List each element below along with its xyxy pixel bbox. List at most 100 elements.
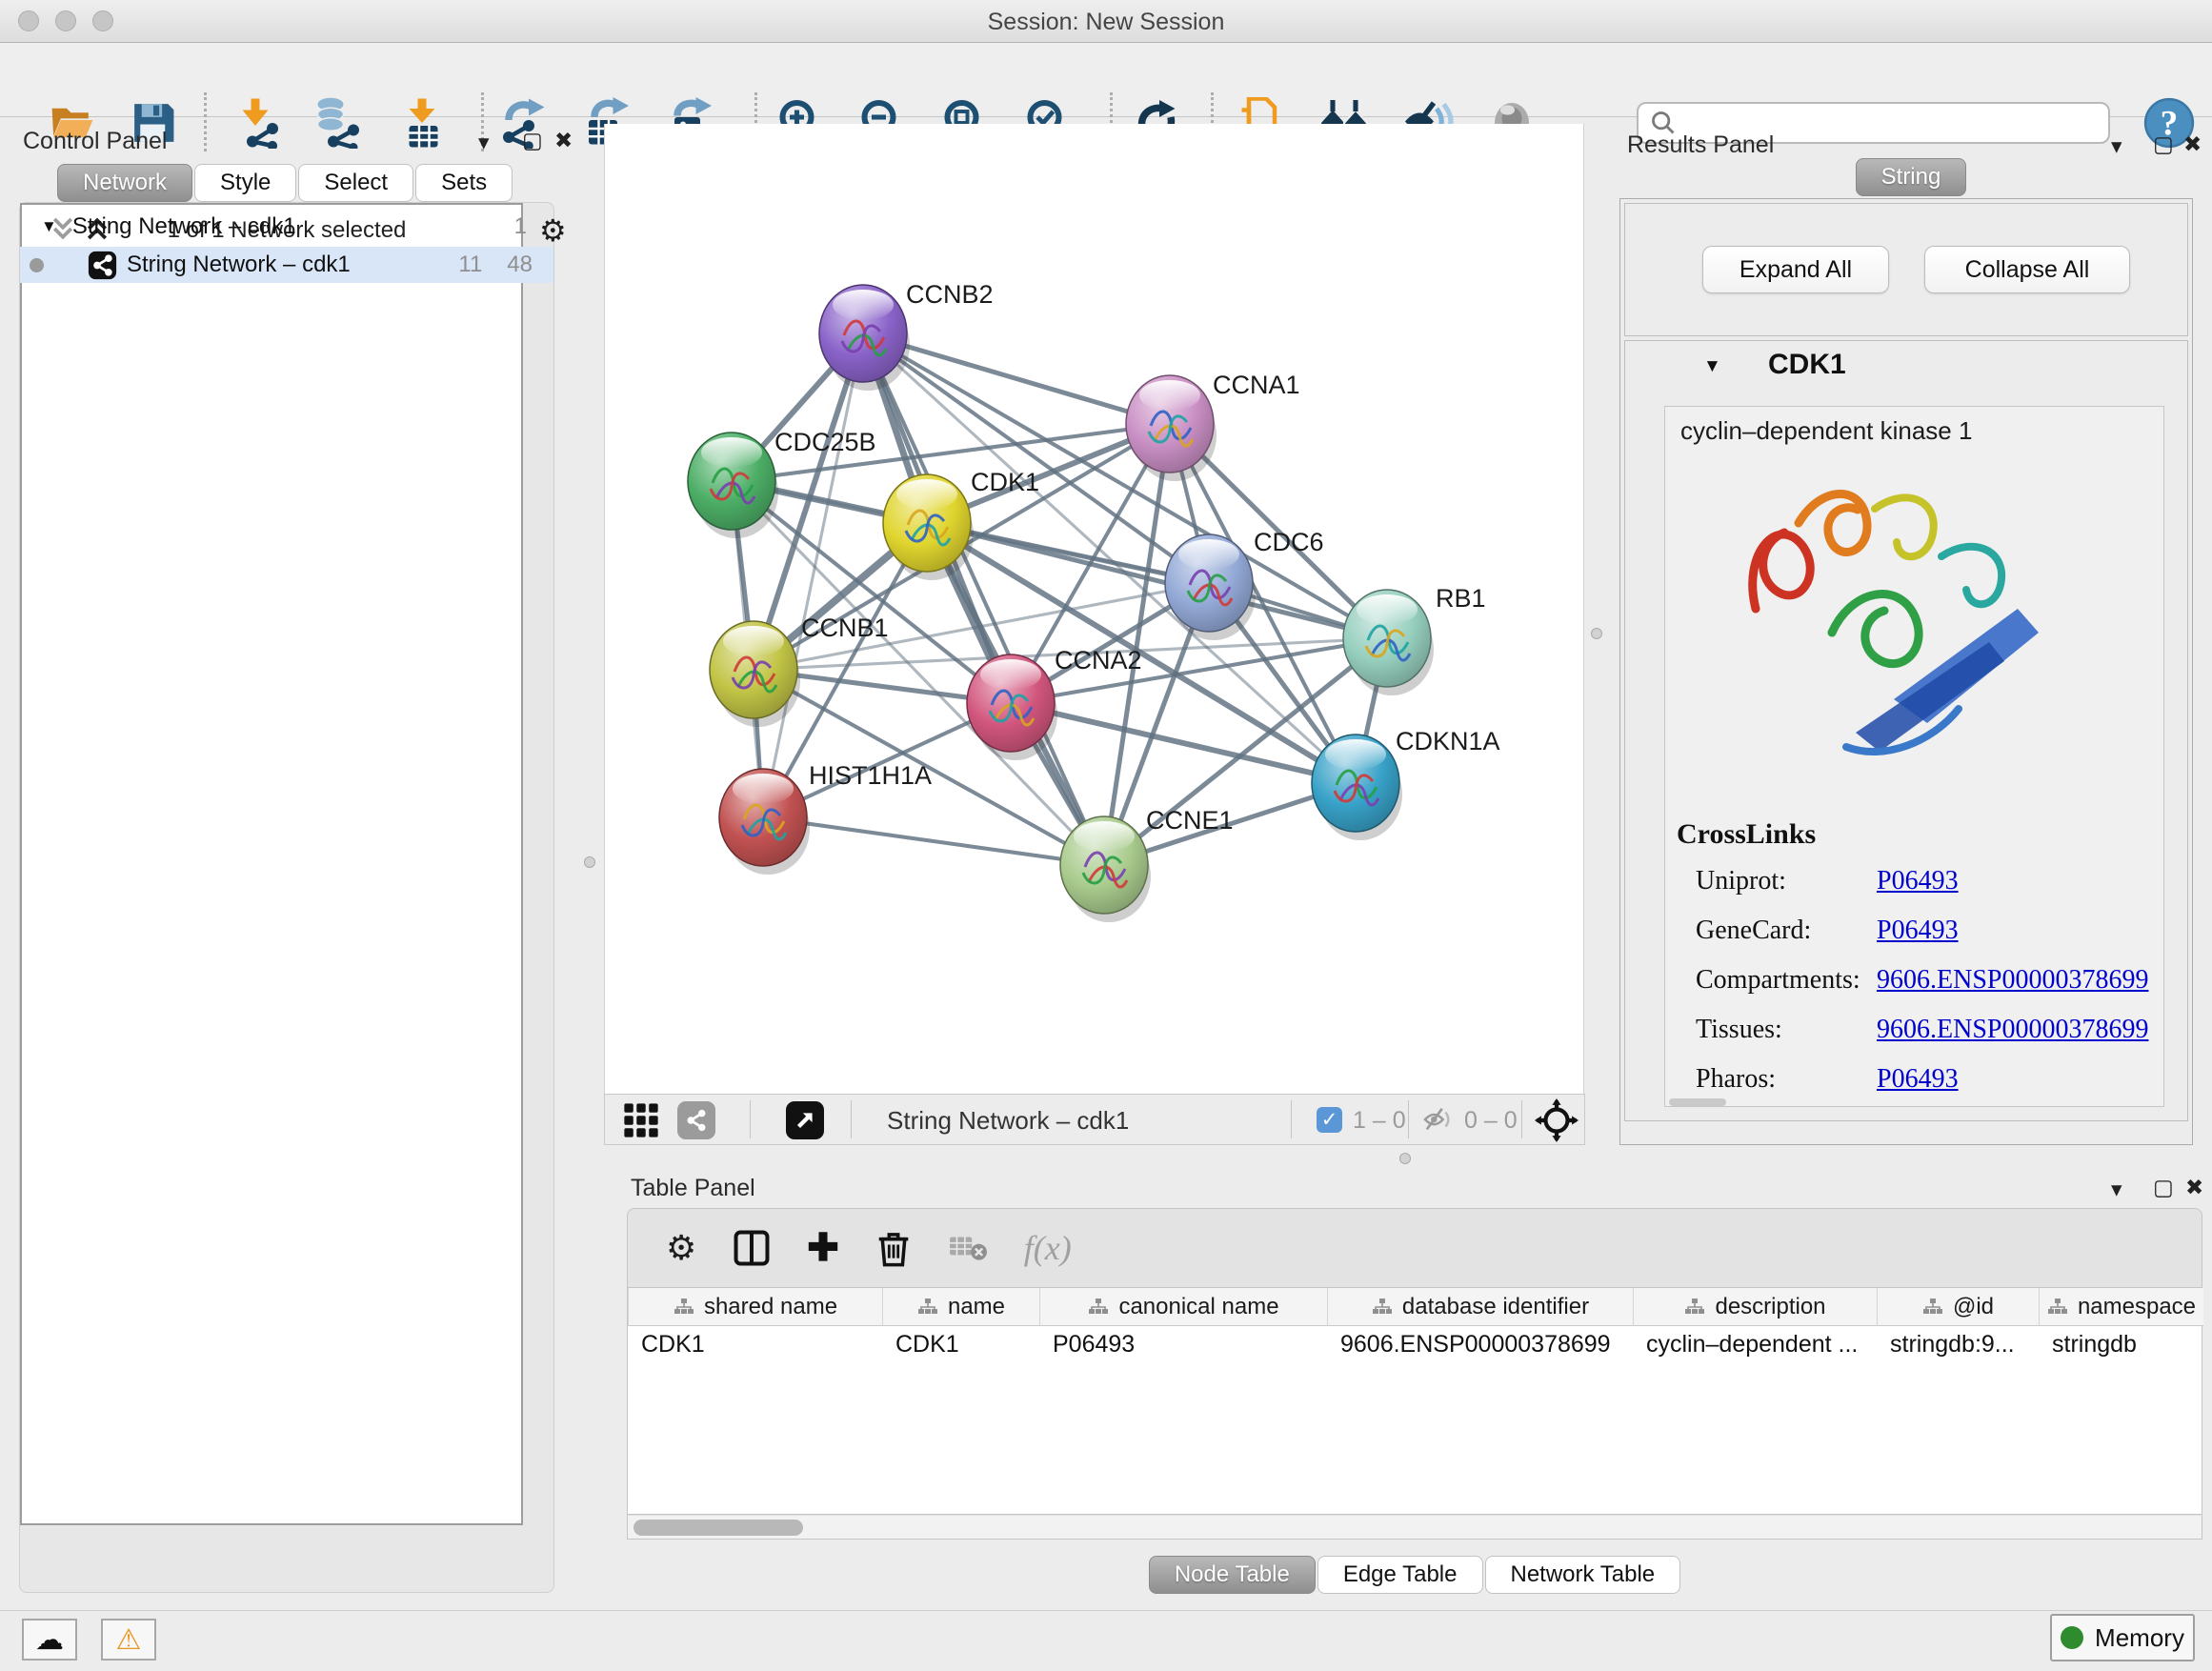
- crosslink-label: Uniprot:: [1696, 866, 1786, 896]
- network-graph[interactable]: CCNB2CCNA1CDC25BCDK1CDC6RB1CCNB1CCNA2CDK…: [605, 124, 1585, 1094]
- column-header-canonical-name[interactable]: canonical name: [1039, 1288, 1327, 1326]
- tab-network-table[interactable]: Network Table: [1485, 1556, 1681, 1594]
- selected-checkbox-icon[interactable]: ✓: [1317, 1107, 1342, 1133]
- control-panel-title: Control Panel: [23, 128, 167, 155]
- table-cell[interactable]: P06493: [1039, 1326, 1327, 1362]
- crosslink-link[interactable]: 9606.ENSP00000378699: [1877, 965, 2148, 996]
- expand-collapse-box: Expand All Collapse All: [1624, 203, 2188, 336]
- panel-menu-icon[interactable]: ▾: [478, 130, 490, 155]
- network-node-CDK1[interactable]: CDK1: [883, 468, 1039, 580]
- crosslink-link[interactable]: 9606.ENSP00000378699: [1877, 1015, 2148, 1045]
- fit-selected-crosshair-icon[interactable]: [1535, 1098, 1579, 1142]
- column-header-shared-name[interactable]: shared name: [628, 1288, 882, 1326]
- left-splitter-handle[interactable]: [584, 856, 595, 868]
- table-hscrollbar[interactable]: [627, 1515, 2202, 1540]
- add-column-icon[interactable]: ✚: [807, 1226, 839, 1270]
- tab-network[interactable]: Network: [57, 164, 192, 202]
- panel-close-icon[interactable]: ✖: [554, 128, 573, 153]
- crosslinks-title: CrossLinks: [1677, 818, 1816, 851]
- node-label: CDC25B: [774, 428, 876, 456]
- network-view-canvas[interactable]: CCNB2CCNA1CDC25BCDK1CDC6RB1CCNB1CCNA2CDK…: [604, 124, 1584, 1094]
- collection-label: String Network – cdk1: [72, 213, 296, 240]
- table-hscroll-thumb[interactable]: [633, 1520, 803, 1536]
- status-bar: ☁ ⚠ Memory: [0, 1610, 2212, 1671]
- network-node-CCNE1[interactable]: CCNE1: [1060, 806, 1234, 922]
- network-node-count: 11: [458, 252, 482, 278]
- panel-float-icon[interactable]: ▢: [2153, 1175, 2174, 1200]
- crosslink-label: Tissues:: [1696, 1015, 1782, 1045]
- delete-column-trash-icon[interactable]: [875, 1229, 912, 1267]
- tab-edge-table[interactable]: Edge Table: [1317, 1556, 1483, 1594]
- tab-select[interactable]: Select: [298, 164, 413, 202]
- string-view-badge-icon[interactable]: [677, 1101, 715, 1139]
- network-node-CDC6[interactable]: CDC6: [1165, 528, 1324, 640]
- panel-float-icon[interactable]: ▢: [522, 128, 543, 153]
- network-node-RB1[interactable]: RB1: [1343, 584, 1486, 695]
- cloud-status-button[interactable]: ☁: [22, 1619, 77, 1661]
- cloud-icon: ☁: [35, 1623, 64, 1657]
- node-label: CDC6: [1254, 528, 1324, 556]
- tab-sets[interactable]: Sets: [415, 164, 513, 202]
- table-gear-icon[interactable]: ⚙: [666, 1228, 696, 1268]
- node-label: HIST1H1A: [809, 761, 932, 790]
- node-label: CCNA1: [1213, 371, 1300, 399]
- open-in-browser-icon[interactable]: [786, 1101, 824, 1139]
- panel-menu-icon[interactable]: ▾: [2111, 133, 2122, 159]
- crosslink-link[interactable]: P06493: [1877, 866, 1959, 896]
- collection-expander-icon[interactable]: ▼: [41, 217, 57, 236]
- network-node-HIST1H1A[interactable]: HIST1H1A: [719, 761, 932, 875]
- crosslink-link[interactable]: P06493: [1877, 916, 1959, 946]
- show-columns-icon[interactable]: [733, 1229, 771, 1267]
- node-label: CCNE1: [1146, 806, 1234, 835]
- column-header-database-identifier[interactable]: database identifier: [1327, 1288, 1633, 1326]
- toolbar-separator: [750, 1100, 751, 1138]
- network-row[interactable]: String Network – cdk1 11 48: [20, 247, 553, 283]
- memory-label: Memory: [2095, 1623, 2184, 1653]
- tab-style[interactable]: Style: [194, 164, 296, 202]
- table-cell[interactable]: 9606.ENSP00000378699: [1327, 1326, 1633, 1362]
- table-cell[interactable]: CDK1: [628, 1326, 882, 1362]
- expand-all-button[interactable]: Expand All: [1702, 246, 1889, 293]
- table-cell[interactable]: stringdb:9...: [1877, 1326, 2039, 1362]
- protein-details: cyclin–dependent kinase 1 CrossLinks Uni…: [1664, 406, 2164, 1107]
- string-network-badge-icon: [88, 251, 117, 280]
- network-node-CCNA2[interactable]: CCNA2: [967, 646, 1142, 760]
- control-panel: Control Panel ▾ ▢ ✖ NetworkStyleSelectSe…: [10, 124, 564, 1610]
- column-header-description[interactable]: description: [1633, 1288, 1877, 1326]
- network-collection-row[interactable]: ▼ String Network – cdk1 1: [20, 209, 553, 245]
- table-cell[interactable]: CDK1: [882, 1326, 1039, 1362]
- collapse-all-button[interactable]: Collapse All: [1924, 246, 2130, 293]
- toolbar-separator: [1408, 1100, 1409, 1138]
- node-label: CCNA2: [1055, 646, 1142, 674]
- network-tree: ▼ String Network – cdk1 1 String Network…: [20, 203, 523, 1525]
- table-cell[interactable]: stringdb: [2039, 1326, 2203, 1362]
- column-header-namespace[interactable]: namespace: [2039, 1288, 2203, 1326]
- panel-float-icon[interactable]: ▢: [2153, 131, 2174, 157]
- panel-close-icon[interactable]: ✖: [2185, 1175, 2203, 1200]
- network-node-CDKN1A[interactable]: CDKN1A: [1312, 727, 1500, 840]
- crosslink-label: Pharos:: [1696, 1064, 1776, 1095]
- column-header-@id[interactable]: @id: [1877, 1288, 2039, 1326]
- current-network-dot-icon: [30, 258, 44, 272]
- control-panel-tabs: NetworkStyleSelectSets: [57, 164, 513, 202]
- panel-menu-icon[interactable]: ▾: [2111, 1177, 2122, 1202]
- column-header-name[interactable]: name: [882, 1288, 1039, 1326]
- memory-button[interactable]: Memory: [2050, 1614, 2195, 1661]
- panel-close-icon[interactable]: ✖: [2183, 131, 2202, 157]
- inner-hscroll-thumb[interactable]: [1669, 1098, 1726, 1106]
- table-cell[interactable]: cyclin–dependent ...: [1633, 1326, 1877, 1362]
- warnings-button[interactable]: ⚠: [101, 1619, 156, 1661]
- node-table[interactable]: shared nameCDK1nameCDK1canonical nameP06…: [627, 1288, 2202, 1515]
- crosslink-link[interactable]: P06493: [1877, 1064, 1959, 1095]
- network-edge: [1104, 424, 1170, 865]
- protein-expander-icon[interactable]: ▼: [1703, 356, 1721, 377]
- right-splitter-handle[interactable]: [1591, 628, 1602, 639]
- delete-table-icon: [948, 1232, 988, 1264]
- tab-node-table[interactable]: Node Table: [1149, 1556, 1316, 1594]
- string-results-container: Expand All Collapse All ▼ CDK1 cyclin–de…: [1619, 198, 2193, 1145]
- node-label: CCNB1: [801, 614, 889, 642]
- table-panel-title: Table Panel: [631, 1175, 755, 1202]
- tab-string[interactable]: String: [1856, 158, 1967, 196]
- birdseye-grid-icon[interactable]: [622, 1101, 660, 1139]
- protein-description: cyclin–dependent kinase 1: [1680, 416, 1972, 446]
